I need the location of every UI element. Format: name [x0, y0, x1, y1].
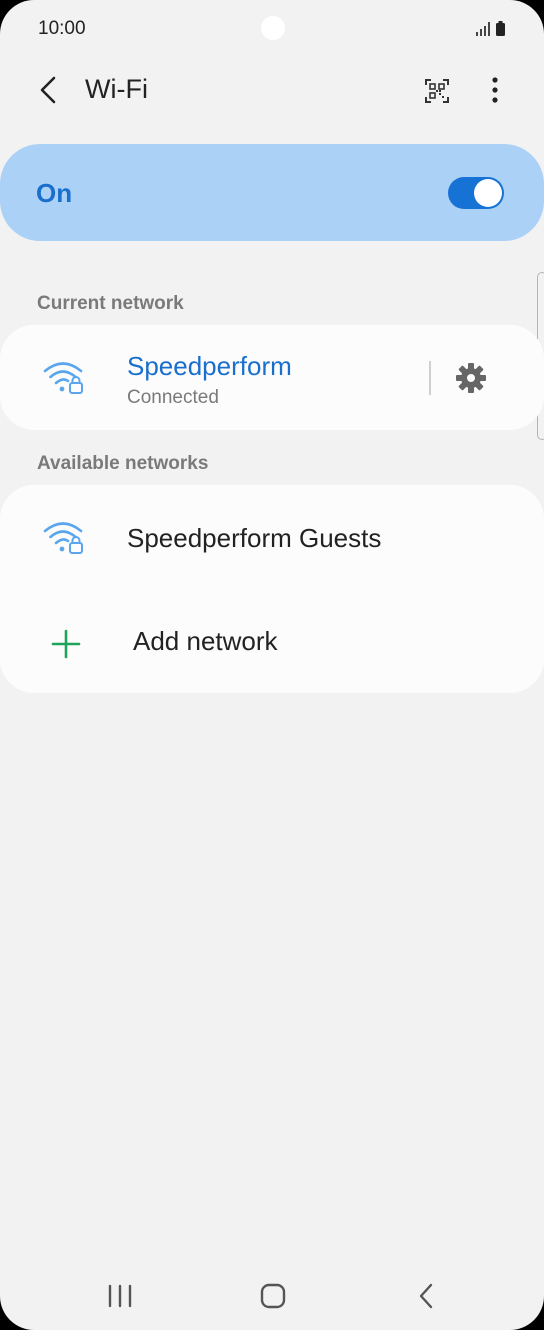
recents-button[interactable]: [98, 1276, 142, 1316]
section-header-current-network: Current network: [37, 293, 184, 314]
chevron-left-icon: [40, 76, 56, 104]
status-icons: [474, 20, 508, 38]
qr-scan-button[interactable]: [418, 72, 456, 110]
wifi-toggle[interactable]: [448, 177, 504, 209]
network-settings-button[interactable]: [450, 357, 492, 399]
wifi-lock-icon: [43, 362, 83, 394]
current-network-card: Speedperform Connected: [0, 325, 544, 430]
more-options-button[interactable]: [476, 70, 514, 110]
app-bar: Wi-Fi: [0, 60, 544, 122]
recents-icon: [108, 1284, 132, 1308]
wifi-master-switch[interactable]: On: [0, 144, 544, 241]
wifi-lock-icon: [43, 522, 83, 554]
available-networks-card: Speedperform Guests Add network: [0, 485, 544, 693]
page-title: Wi-Fi: [85, 74, 148, 104]
more-vertical-icon: [492, 77, 498, 103]
add-network-button[interactable]: Add network: [0, 589, 544, 693]
qr-code-icon: [425, 79, 449, 103]
signal-icon: [476, 21, 505, 36]
toggle-knob: [474, 179, 502, 207]
home-button[interactable]: [251, 1276, 295, 1316]
back-button[interactable]: [28, 70, 68, 110]
battery-icon: [496, 23, 505, 36]
back-icon: [419, 1283, 433, 1309]
add-network-label: Add network: [133, 626, 278, 656]
network-item-speedperform-guests[interactable]: Speedperform Guests: [0, 485, 544, 589]
current-network-status: Connected: [127, 387, 219, 408]
divider: [429, 361, 431, 395]
navigation-bar: [0, 1262, 544, 1328]
status-time: 10:00: [38, 18, 86, 39]
phone-screen: 10:00 Wi-Fi On Current network Speedperf…: [0, 0, 544, 1330]
gear-icon: [456, 363, 486, 393]
status-bar: 10:00: [0, 0, 544, 60]
nav-back-button[interactable]: [404, 1276, 448, 1316]
section-header-available-networks: Available networks: [37, 453, 209, 474]
network-name: Speedperform Guests: [127, 523, 382, 553]
home-icon: [260, 1283, 286, 1309]
current-network-name: Speedperform: [127, 351, 292, 381]
plus-icon: [51, 629, 81, 659]
current-network-item[interactable]: Speedperform Connected: [0, 325, 420, 430]
master-switch-label: On: [36, 178, 73, 208]
front-camera: [261, 16, 285, 40]
